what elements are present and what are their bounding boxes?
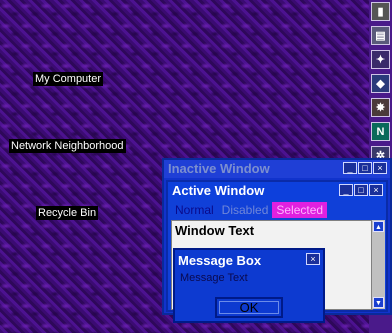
window-text: Window Text bbox=[175, 223, 255, 238]
desktop-icon-my-computer[interactable]: My Computer bbox=[33, 72, 104, 86]
menu-item-normal[interactable]: Normal bbox=[171, 202, 218, 218]
netscape-icon[interactable]: N bbox=[371, 122, 390, 141]
printer-icon[interactable]: ▤ bbox=[371, 26, 390, 45]
inactive-minimize-button[interactable]: _ bbox=[343, 162, 357, 174]
netscape-letter: N bbox=[376, 125, 385, 138]
menu-item-selected[interactable]: Selected bbox=[272, 202, 328, 218]
message-box[interactable]: Message Box × Message Text OK bbox=[173, 248, 325, 323]
tool-icon[interactable]: ▮ bbox=[371, 2, 390, 21]
desktop-label-my-computer: My Computer bbox=[35, 73, 102, 85]
package-icon[interactable]: ◆ bbox=[371, 74, 390, 93]
active-minimize-button[interactable]: _ bbox=[339, 184, 353, 196]
message-box-buttons: × bbox=[306, 253, 320, 265]
scroll-down-arrow-icon[interactable]: ▼ bbox=[373, 297, 384, 308]
wizard-icon[interactable]: ✦ bbox=[371, 50, 390, 69]
settings-icon[interactable]: ✸ bbox=[371, 98, 390, 117]
desktop-label-network: Network Neighborhood bbox=[11, 140, 124, 152]
active-close-button[interactable]: × bbox=[369, 184, 383, 196]
inactive-maximize-button[interactable]: □ bbox=[358, 162, 372, 174]
menu-bar: Normal Disabled Selected bbox=[171, 202, 328, 218]
vertical-scrollbar[interactable]: ▲ ▼ bbox=[371, 220, 385, 309]
message-box-title: Message Box bbox=[178, 253, 262, 268]
desktop-label-recycle-bin: Recycle Bin bbox=[38, 207, 97, 219]
message-box-close-button[interactable]: × bbox=[306, 253, 320, 265]
message-text: Message Text bbox=[180, 272, 248, 284]
ok-button[interactable]: OK bbox=[215, 297, 283, 318]
inactive-window-buttons: _ □ × bbox=[343, 162, 387, 174]
active-window-buttons: _ □ × bbox=[339, 184, 383, 196]
desktop-icon-network-neighborhood[interactable]: Network Neighborhood bbox=[9, 139, 126, 153]
ok-button-focus-frame bbox=[219, 301, 279, 314]
menu-item-disabled: Disabled bbox=[221, 203, 269, 217]
scroll-up-arrow-icon[interactable]: ▲ bbox=[373, 221, 384, 232]
inactive-close-button[interactable]: × bbox=[373, 162, 387, 174]
active-maximize-button[interactable]: □ bbox=[354, 184, 368, 196]
desktop-icon-recycle-bin[interactable]: Recycle Bin bbox=[36, 206, 99, 220]
